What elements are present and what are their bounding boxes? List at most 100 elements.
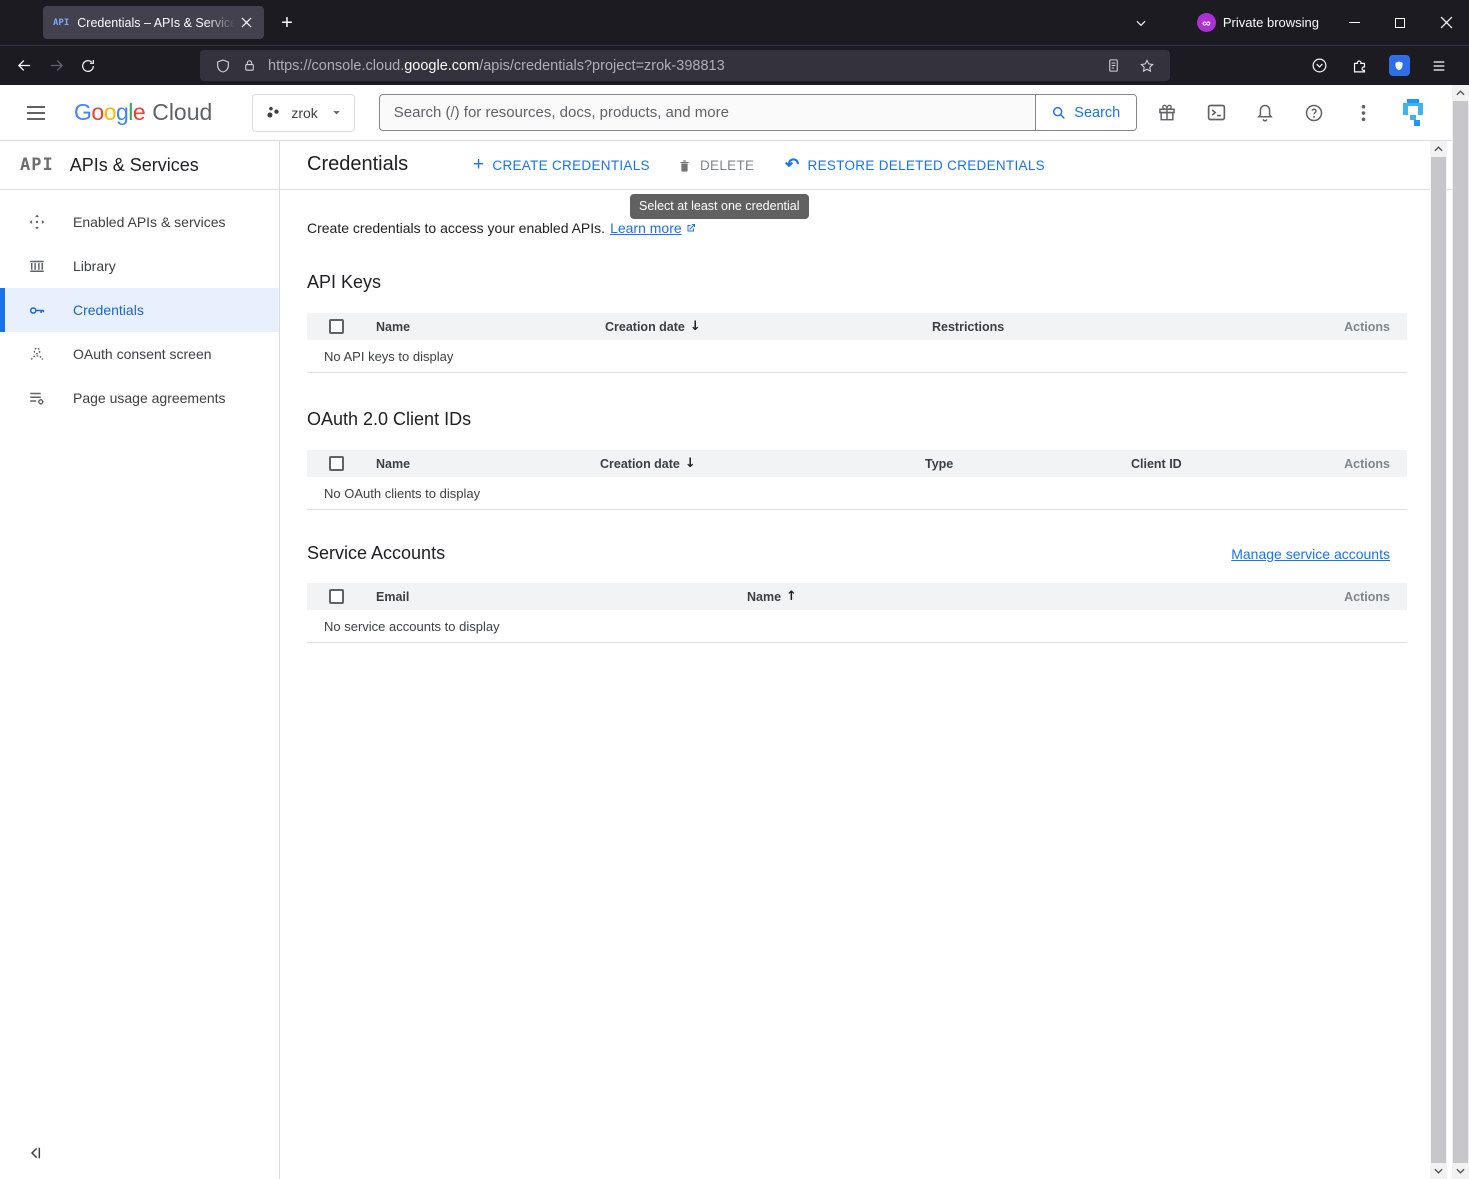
service-accounts-heading-row: Service Accounts Manage service accounts <box>307 543 1407 564</box>
scroll-up-icon[interactable] <box>1430 141 1447 157</box>
col-email[interactable]: Email <box>376 590 747 604</box>
tab-close-icon[interactable] <box>236 13 256 33</box>
browser-tab[interactable]: API Credentials – APIs & Services – z <box>43 6 264 39</box>
notifications-bell-icon[interactable] <box>1254 102 1276 124</box>
restore-deleted-credentials-button[interactable]: ↶ RESTORE DELETED CREDENTIALS <box>785 141 1045 190</box>
sidebar-item-library[interactable]: Library <box>0 244 279 288</box>
api-pixel-logo: API <box>20 155 54 175</box>
sidebar-item-page-usage[interactable]: Page usage agreements <box>0 376 279 420</box>
window-scrollbar[interactable] <box>1452 85 1469 1179</box>
new-tab-button[interactable]: + <box>272 8 302 38</box>
plus-icon: + <box>473 155 484 174</box>
cloud-shell-icon[interactable] <box>1205 102 1227 124</box>
tab-favicon-api-icon: API <box>53 18 69 28</box>
sidebar-nav: Enabled APIs & services Library Credenti… <box>0 190 279 420</box>
private-browsing-badge: ∞ Private browsing <box>1197 13 1319 32</box>
reader-view-icon[interactable] <box>1100 53 1126 79</box>
scrollbar-thumb[interactable] <box>1431 157 1446 1163</box>
bookmark-star-icon[interactable] <box>1134 53 1160 79</box>
lock-icon[interactable] <box>236 53 262 79</box>
minimize-button[interactable] <box>1331 0 1377 45</box>
oauth-clients-heading: OAuth 2.0 Client IDs <box>307 409 1446 430</box>
private-mask-icon: ∞ <box>1197 13 1216 32</box>
col-name[interactable]: Name <box>376 457 600 471</box>
select-all-checkbox[interactable] <box>329 319 344 334</box>
reload-button-icon[interactable] <box>72 51 104 81</box>
select-all-checkbox[interactable] <box>329 589 344 604</box>
titlebar-right: ∞ Private browsing <box>1125 0 1469 45</box>
url-bar[interactable]: https://console.cloud.google.com/apis/cr… <box>200 50 1170 81</box>
api-keys-heading: API Keys <box>307 272 1446 293</box>
header-checkbox-cell <box>307 589 376 604</box>
delete-label: DELETE <box>700 158 754 173</box>
col-type[interactable]: Type <box>925 457 1131 471</box>
sidebar: API APIs & Services Enabled APIs & servi… <box>0 141 280 1179</box>
undo-icon: ↶ <box>785 156 800 173</box>
api-keys-table-header: Name Creation date ↓ Restrictions Action… <box>307 313 1407 340</box>
help-icon[interactable] <box>1303 102 1325 124</box>
restore-label: RESTORE DELETED CREDENTIALS <box>808 158 1045 173</box>
google-cloud-logo[interactable]: G o o g l e Cloud <box>74 99 212 126</box>
scrollbar-thumb[interactable] <box>1453 101 1468 1163</box>
pocket-icon[interactable] <box>1303 51 1335 81</box>
tooltip-select-credential: Select at least one credential <box>630 194 809 219</box>
col-restrictions[interactable]: Restrictions <box>932 320 1327 334</box>
explore-arrows-icon <box>28 213 46 231</box>
header-actions <box>1156 99 1469 126</box>
sidebar-item-label: Enabled APIs & services <box>73 214 226 230</box>
bitwarden-extension-icon[interactable] <box>1383 51 1415 81</box>
library-columns-icon <box>28 257 46 275</box>
sort-desc-arrow-icon: ↓ <box>685 456 696 471</box>
scroll-down-icon[interactable] <box>1452 1163 1469 1179</box>
manage-service-accounts-link[interactable]: Manage service accounts <box>1231 546 1390 562</box>
col-actions: Actions <box>1327 590 1407 604</box>
content-scrollbar[interactable] <box>1430 141 1447 1179</box>
delete-button[interactable]: DELETE <box>677 141 754 190</box>
logo-letter: o <box>104 99 116 126</box>
more-options-kebab-icon[interactable] <box>1352 102 1374 124</box>
gift-icon[interactable] <box>1156 102 1178 124</box>
forward-button-icon[interactable] <box>40 51 72 81</box>
back-button-icon[interactable] <box>8 51 40 81</box>
col-name[interactable]: Name ↑ <box>747 589 1327 604</box>
collapse-sidebar-icon[interactable] <box>28 1145 46 1163</box>
user-avatar[interactable] <box>1401 99 1425 126</box>
col-creation-label: Creation date <box>605 320 685 334</box>
nav-menu-hamburger-icon[interactable] <box>18 95 54 131</box>
select-all-checkbox[interactable] <box>329 456 344 471</box>
col-name[interactable]: Name <box>376 320 605 334</box>
app-menu-icon[interactable] <box>1423 51 1455 81</box>
sidebar-item-label: OAuth consent screen <box>73 346 212 362</box>
learn-more-link[interactable]: Learn more <box>610 220 697 236</box>
project-picker[interactable]: zrok <box>252 94 354 132</box>
main-body: Create credentials to access your enable… <box>280 190 1469 643</box>
col-actions: Actions <box>1327 320 1407 334</box>
service-accounts-heading: Service Accounts <box>307 543 445 564</box>
scroll-up-icon[interactable] <box>1452 85 1469 101</box>
col-creation-date[interactable]: Creation date ↓ <box>605 319 932 334</box>
titlebar: API Credentials – APIs & Services – z + … <box>0 0 1469 45</box>
url-path: /apis/credentials?project=zrok-398813 <box>479 58 724 74</box>
private-browsing-label: Private browsing <box>1223 15 1319 30</box>
tracking-shield-icon[interactable] <box>210 53 236 79</box>
project-caret-icon <box>331 107 342 118</box>
sidebar-item-oauth-consent[interactable]: OAuth consent screen <box>0 332 279 376</box>
col-creation-date[interactable]: Creation date ↓ <box>600 456 925 471</box>
scroll-down-icon[interactable] <box>1430 1163 1447 1179</box>
api-keys-empty-row: No API keys to display <box>307 340 1407 373</box>
intro-text: Create credentials to access your enable… <box>307 220 605 236</box>
search-input[interactable] <box>380 95 1035 130</box>
col-client-id[interactable]: Client ID <box>1131 457 1327 471</box>
create-credentials-button[interactable]: + CREATE CREDENTIALS <box>473 141 650 190</box>
list-tabs-chevron-icon[interactable] <box>1125 8 1157 38</box>
sidebar-item-label: Page usage agreements <box>73 390 226 406</box>
sidebar-item-enabled-apis[interactable]: Enabled APIs & services <box>0 200 279 244</box>
maximize-button[interactable] <box>1377 0 1423 45</box>
list-gear-icon <box>28 389 46 407</box>
oauth-table-header: Name Creation date ↓ Type Client ID Acti… <box>307 450 1407 477</box>
service-accounts-empty-row: No service accounts to display <box>307 610 1407 643</box>
sidebar-item-credentials[interactable]: Credentials <box>0 288 279 332</box>
close-window-button[interactable] <box>1423 0 1469 45</box>
search-button[interactable]: Search <box>1035 95 1136 130</box>
extensions-puzzle-icon[interactable] <box>1343 51 1375 81</box>
